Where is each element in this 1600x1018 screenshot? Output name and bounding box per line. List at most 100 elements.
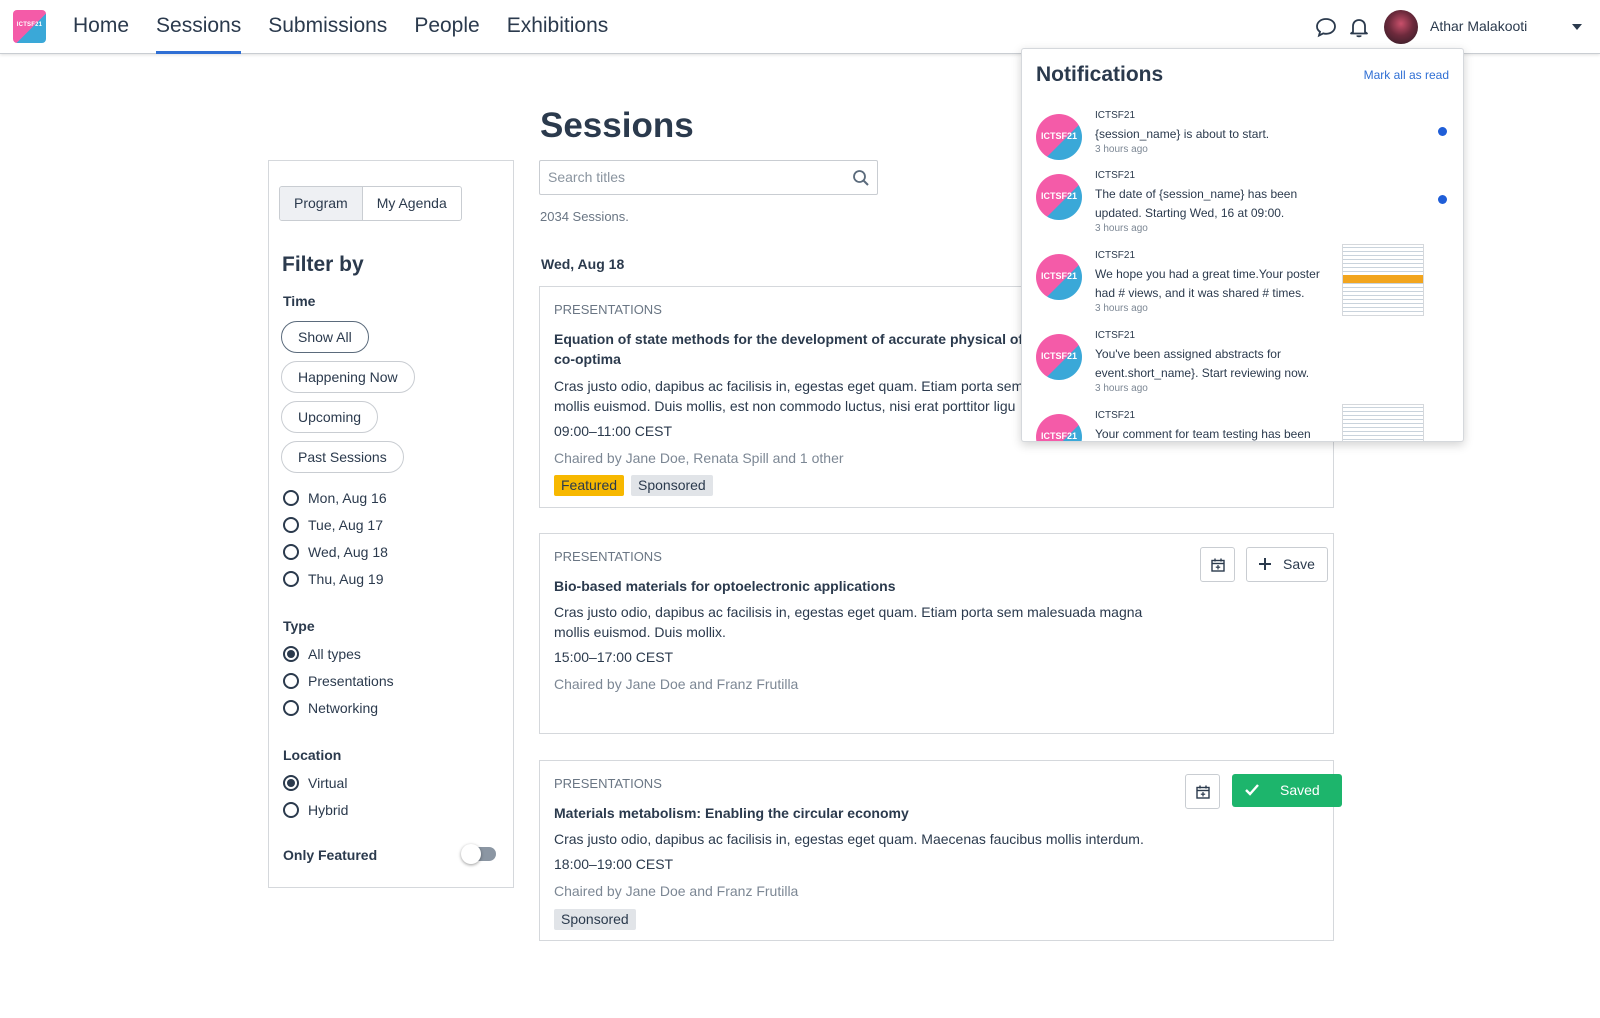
type-label: Type [283,618,315,634]
day-label: Mon, Aug 16 [308,490,387,506]
search-input[interactable] [548,169,838,185]
only-featured-toggle[interactable] [461,844,496,864]
notification-source: ICTSF21 [1095,250,1136,261]
nav-home[interactable]: Home [73,0,129,54]
day-heading: Wed, Aug 18 [541,256,625,272]
location-radio-virtual[interactable]: Virtual [283,774,347,792]
day-radio-tue[interactable]: Tue, Aug 17 [283,516,383,534]
app-logo[interactable]: ICTSF21 [13,10,46,43]
notification-source: ICTSF21 [1095,330,1136,341]
nav-people[interactable]: People [414,0,479,54]
tab-my-agenda[interactable]: My Agenda [363,187,461,220]
notifications-panel: Notifications Mark all as read ICTSF21 I… [1021,48,1464,442]
avatar-text: ICTSF21 [1040,131,1077,141]
time-label: Time [283,293,316,309]
session-title[interactable]: Bio-based materials for optoelectronic a… [554,576,1034,596]
type-radio-networking[interactable]: Networking [283,699,378,717]
notification-time: 3 hours ago [1095,383,1148,394]
avatar-text: ICTSF21 [1040,431,1077,441]
add-to-calendar-button[interactable] [1185,774,1220,809]
saved-button[interactable]: Saved [1232,774,1342,807]
day-label: Wed, Aug 18 [308,544,388,560]
notification-item[interactable]: ICTSF21 ICTSF21 Your comment for team te… [1022,404,1463,441]
thumbnail-highlight [1343,275,1423,283]
pill-upcoming[interactable]: Upcoming [281,401,379,433]
type-option-label: All types [308,646,361,662]
notification-item[interactable]: ICTSF21 ICTSF21 We hope you had a great … [1022,244,1463,328]
radio-circle[interactable] [283,646,299,662]
main-nav: Home Sessions Submissions People Exhibit… [73,0,635,54]
event-avatar: ICTSF21 [1036,114,1082,160]
type-radio-presentations[interactable]: Presentations [283,672,394,690]
radio-circle[interactable] [283,802,299,818]
radio-circle[interactable] [283,700,299,716]
session-title[interactable]: Equation of state methods for the develo… [554,329,1034,369]
notification-time: 3 hours ago [1095,223,1148,234]
avatar-text: ICTSF21 [1040,271,1077,281]
type-option-label: Networking [308,700,379,716]
results-count: 2034 Sessions. [540,209,629,224]
session-card[interactable]: Presentations Bio-based materials for op… [539,533,1334,734]
event-avatar: ICTSF21 [1036,254,1082,300]
chat-icon[interactable] [1315,16,1337,38]
view-toggle: Program My Agenda [279,186,462,221]
session-description: Cras justo odio, dapibus ac facilisis in… [554,604,1143,640]
event-avatar: ICTSF21 [1036,414,1082,441]
check-icon [1245,784,1259,796]
radio-circle[interactable] [283,544,299,560]
bell-icon[interactable] [1348,16,1370,38]
radio-circle[interactable] [283,490,299,506]
pill-past-sessions[interactable]: Past Sessions [281,441,404,473]
day-label: Tue, Aug 17 [308,517,383,533]
radio-circle[interactable] [283,571,299,587]
pill-happening-now[interactable]: Happening Now [281,361,415,393]
session-card[interactable]: Presentations Materials metabolism: Enab… [539,760,1342,941]
day-radio-mon[interactable]: Mon, Aug 16 [283,489,387,507]
saved-label: Saved [1280,782,1320,798]
radio-circle[interactable] [283,673,299,689]
session-description: Cras justo odio, dapibus ac facilisis in… [554,831,1144,847]
search-box [539,160,878,195]
session-time: 09:00–11:00 CEST [554,423,673,439]
session-time: 15:00–17:00 CEST [554,649,674,665]
session-chairs: Chaired by Jane Doe and Franz Frutilla [554,676,799,692]
session-title[interactable]: Materials metabolism: Enabling the circu… [554,803,1034,823]
top-navbar: ICTSF21 Home Sessions Submissions People… [0,0,1600,54]
add-to-calendar-button[interactable] [1200,547,1235,582]
notification-time: 3 hours ago [1095,144,1148,155]
session-kind: Presentations [554,776,662,791]
avatar-text: ICTSF21 [1040,191,1077,201]
filter-sidebar: Program My Agenda Filter by Time Show Al… [268,160,514,888]
notification-source: ICTSF21 [1095,170,1136,181]
session-time: 18:00–19:00 CEST [554,856,674,872]
nav-sessions[interactable]: Sessions [156,0,242,54]
user-avatar[interactable] [1384,10,1418,44]
session-chairs: Chaired by Jane Doe and Franz Frutilla [554,883,799,899]
radio-circle[interactable] [283,517,299,533]
search-icon[interactable] [852,169,870,187]
location-radio-hybrid[interactable]: Hybrid [283,801,348,819]
tab-program[interactable]: Program [280,187,363,220]
user-name[interactable]: Athar Malakooti [1430,18,1527,34]
notification-source: ICTSF21 [1095,410,1136,421]
nav-submissions[interactable]: Submissions [268,0,387,54]
notification-text: You've been assigned abstracts for event… [1095,347,1310,380]
save-button[interactable]: Save [1246,547,1328,582]
notification-time: 3 hours ago [1095,303,1148,314]
mark-all-read-link[interactable]: Mark all as read [1364,68,1449,82]
filter-title: Filter by [282,253,364,276]
event-avatar: ICTSF21 [1036,334,1082,380]
type-radio-all[interactable]: All types [283,645,361,663]
poster-thumbnail [1342,404,1424,441]
day-radio-wed[interactable]: Wed, Aug 18 [283,543,388,561]
notification-item[interactable]: ICTSF21 ICTSF21 You've been assigned abs… [1022,330,1463,408]
notifications-title: Notifications [1036,63,1164,86]
radio-circle[interactable] [283,775,299,791]
chevron-down-icon[interactable] [1572,24,1582,30]
notification-item[interactable]: ICTSF21 ICTSF21 The date of {session_nam… [1022,170,1463,248]
day-radio-thu[interactable]: Thu, Aug 19 [283,570,384,588]
plus-icon [1259,558,1271,570]
nav-exhibitions[interactable]: Exhibitions [507,0,609,54]
sponsored-badge: Sponsored [554,909,636,930]
pill-show-all[interactable]: Show All [281,321,369,353]
